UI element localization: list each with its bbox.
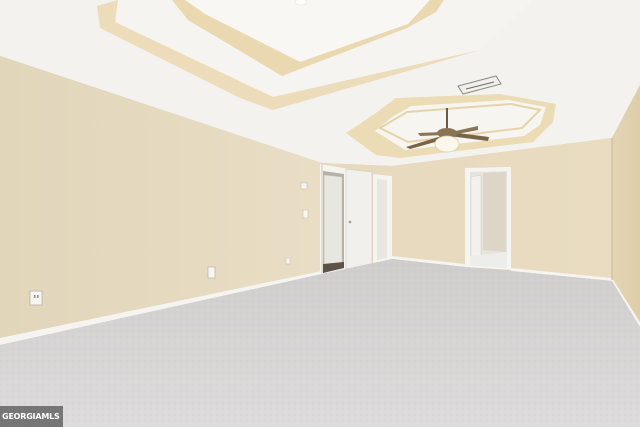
- light-switch: [302, 209, 309, 219]
- thermostat: [300, 182, 308, 190]
- wall-outlet-left-slot: [34, 295, 36, 298]
- doorway-1-inner-door: [323, 174, 343, 267]
- doorway-3-interior-door: [470, 174, 482, 263]
- doorway-2-opening: [377, 179, 387, 260]
- wall-outlet-middle: [207, 266, 216, 279]
- ceiling-light-fixture: [294, 0, 308, 6]
- wall-outlet-left: [29, 290, 43, 306]
- wall-outlet-near-door: [285, 257, 291, 265]
- room-illustration: [0, 0, 640, 427]
- door-knob: [348, 220, 352, 224]
- ceiling-fan-light: [434, 135, 460, 153]
- wall-outlet-left-slot: [37, 295, 39, 298]
- watermark: GEORGIAMLS: [0, 406, 63, 427]
- doorway-3-interior-wall: [483, 172, 506, 252]
- room-photo: GEORGIAMLS: [0, 0, 640, 427]
- open-door: [345, 168, 373, 270]
